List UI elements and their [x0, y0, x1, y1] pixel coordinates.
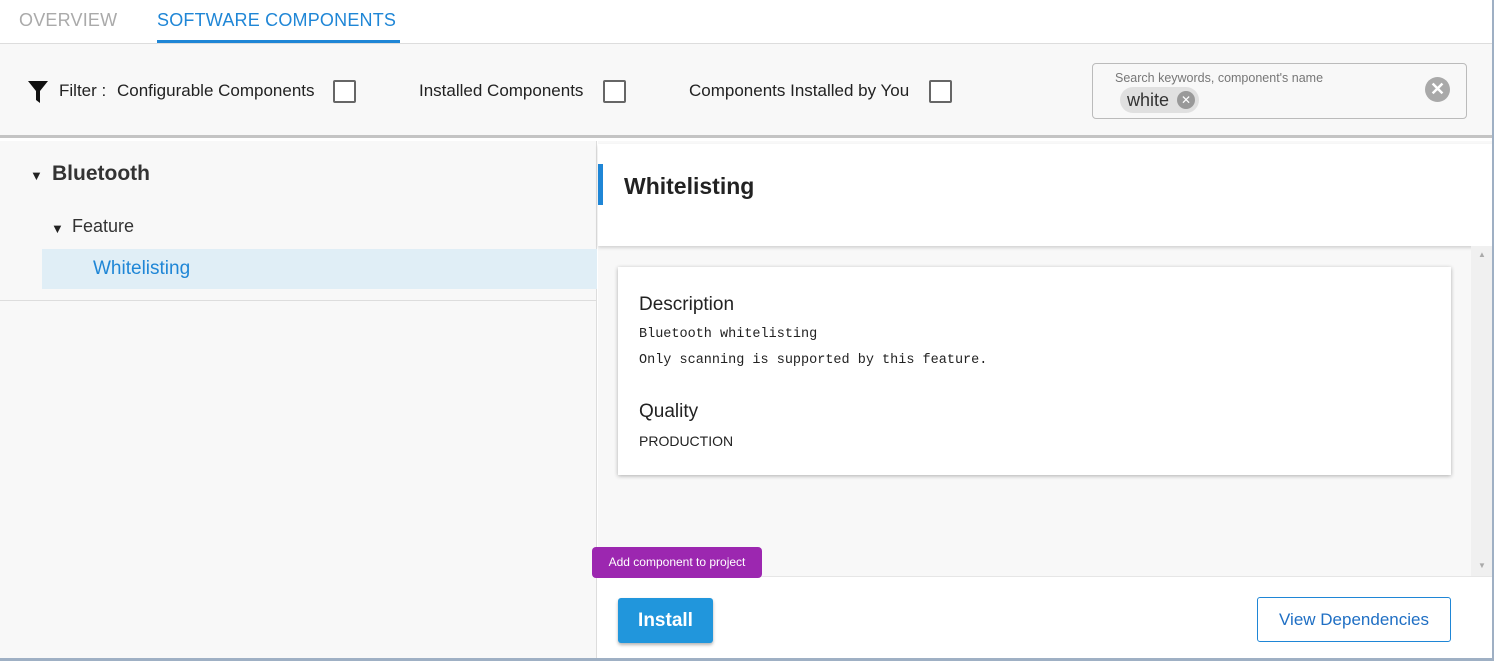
tree-item-whitelisting[interactable]: Whitelisting — [42, 249, 597, 289]
search-placeholder: Search keywords, component's name — [1115, 71, 1324, 85]
description-heading: Description — [639, 294, 735, 315]
description-line: Only scanning is supported by this featu… — [639, 353, 988, 368]
install-button[interactable]: Install — [618, 598, 713, 643]
tree-root-bluetooth[interactable]: Bluetooth — [52, 162, 150, 186]
description-line: Bluetooth whitelisting — [639, 327, 818, 342]
tab-software-components[interactable]: SOFTWARE COMPONENTS — [157, 10, 396, 31]
tree-item-label: Whitelisting — [93, 258, 191, 279]
clear-search-icon[interactable]: ✕ — [1425, 77, 1450, 102]
filter-installed-by-you-label: Components Installed by You — [689, 81, 910, 100]
search-chip-label: white — [1127, 90, 1170, 110]
chip-remove-icon[interactable]: ✕ — [1177, 91, 1196, 109]
component-tree: ▼ Bluetooth ▼ Feature Whitelisting — [0, 141, 597, 658]
filter-configurable-checkbox[interactable] — [333, 80, 356, 103]
scrollbar[interactable]: ▲ ▼ — [1471, 246, 1492, 576]
filter-label: Filter : — [59, 81, 107, 100]
tab-overview[interactable]: OVERVIEW — [19, 10, 117, 31]
collapse-triangle-icon[interactable]: ▼ — [51, 221, 64, 236]
search-input[interactable]: Search keywords, component's name white … — [1092, 63, 1467, 119]
detail-title: Whitelisting — [624, 173, 755, 199]
scroll-up-icon[interactable]: ▲ — [1478, 250, 1486, 259]
filter-icon — [28, 81, 48, 103]
install-tooltip: Add component to project — [592, 547, 762, 578]
collapse-triangle-icon[interactable]: ▼ — [30, 168, 43, 183]
accent-bar — [598, 164, 603, 205]
view-dependencies-button[interactable]: View Dependencies — [1257, 597, 1451, 642]
filter-configurable-label: Configurable Components — [117, 81, 315, 100]
window-border — [1492, 0, 1497, 661]
quality-heading: Quality — [639, 401, 699, 422]
scroll-down-icon[interactable]: ▼ — [1478, 561, 1486, 570]
tree-category-feature[interactable]: Feature — [72, 216, 134, 237]
filter-installed-checkbox[interactable] — [603, 80, 626, 103]
detail-footer: Install View Dependencies — [598, 576, 1492, 658]
detail-card: Description Bluetooth whitelisting Only … — [618, 267, 1451, 475]
quality-value: PRODUCTION — [639, 433, 734, 449]
filter-installed-by-you-checkbox[interactable] — [929, 80, 952, 103]
divider — [0, 300, 597, 301]
component-detail: Whitelisting ▲ ▼ Description Bluetooth w… — [598, 141, 1492, 658]
filter-installed-label: Installed Components — [419, 81, 584, 100]
detail-header: Whitelisting — [598, 144, 1492, 246]
search-chip: white ✕ — [1120, 87, 1200, 113]
